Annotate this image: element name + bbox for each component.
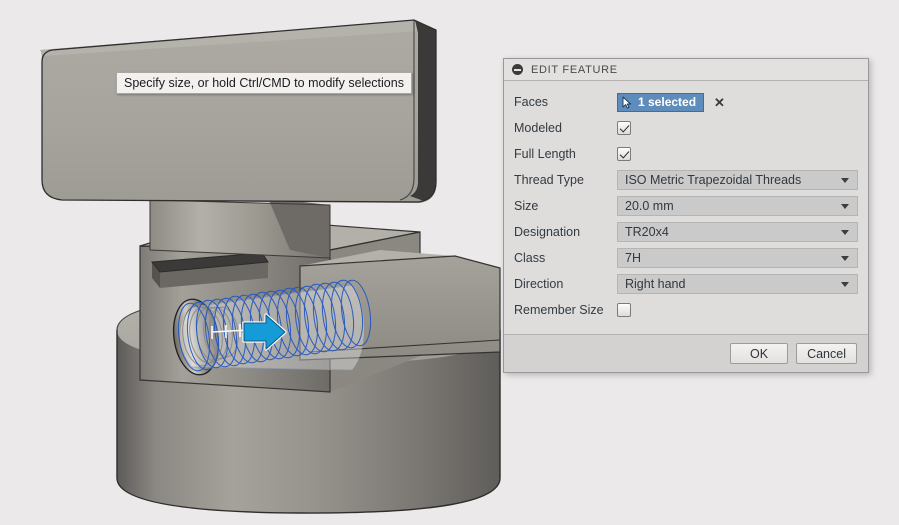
label-faces: Faces xyxy=(514,95,549,109)
viewport-tooltip: Specify size, or hold Ctrl/CMD to modify… xyxy=(116,72,412,94)
field-row-modeled: Modeled xyxy=(514,115,858,141)
direction-value: Right hand xyxy=(625,277,686,291)
faces-selection-chip[interactable]: 1 selected xyxy=(617,92,705,112)
field-row-direction: Direction Right hand xyxy=(514,271,858,297)
dialog-footer: OK Cancel xyxy=(504,334,868,372)
selection-cursor-icon xyxy=(622,96,632,108)
label-full-length: Full Length xyxy=(514,147,576,161)
label-modeled: Modeled xyxy=(514,121,562,135)
class-dropdown[interactable]: 7H xyxy=(617,248,858,268)
chevron-down-icon xyxy=(841,229,849,235)
tooltip-text: Specify size, or hold Ctrl/CMD to modify… xyxy=(124,76,404,90)
field-row-faces: Faces 1 selected ✕ xyxy=(514,89,858,115)
dialog-body: Faces 1 selected ✕ Modeled Full Length T… xyxy=(504,81,868,334)
clear-selection-icon[interactable]: ✕ xyxy=(714,96,725,109)
chevron-down-icon xyxy=(841,177,849,183)
field-row-thread-type: Thread Type ISO Metric Trapezoidal Threa… xyxy=(514,167,858,193)
size-dropdown[interactable]: 20.0 mm xyxy=(617,196,858,216)
designation-value: TR20x4 xyxy=(625,225,669,239)
label-designation: Designation xyxy=(514,225,581,239)
app-window: Specify size, or hold Ctrl/CMD to modify… xyxy=(0,0,899,525)
label-thread-type: Thread Type xyxy=(514,173,584,187)
dialog-title: EDIT FEATURE xyxy=(531,63,618,76)
chevron-down-icon xyxy=(841,255,849,261)
field-row-size: Size 20.0 mm xyxy=(514,193,858,219)
label-size: Size xyxy=(514,199,539,213)
direction-dropdown[interactable]: Right hand xyxy=(617,274,858,294)
field-row-designation: Designation TR20x4 xyxy=(514,219,858,245)
remember-size-checkbox[interactable] xyxy=(617,303,631,317)
thread-type-dropdown[interactable]: ISO Metric Trapezoidal Threads xyxy=(617,170,858,190)
faces-selection-count: 1 selected xyxy=(638,95,697,109)
collapse-minus-icon[interactable] xyxy=(512,64,523,75)
field-row-full-length: Full Length xyxy=(514,141,858,167)
modeled-checkbox[interactable] xyxy=(617,121,631,135)
full-length-checkbox[interactable] xyxy=(617,147,631,161)
label-remember-size: Remember Size xyxy=(514,303,604,317)
edit-feature-dialog[interactable]: EDIT FEATURE Faces 1 selected ✕ Modeled … xyxy=(503,58,869,373)
dialog-title-bar[interactable]: EDIT FEATURE xyxy=(504,59,868,81)
ok-button[interactable]: OK xyxy=(730,343,789,364)
neck xyxy=(149,198,331,259)
label-direction: Direction xyxy=(514,277,564,291)
top-block xyxy=(40,19,437,203)
chevron-down-icon xyxy=(841,281,849,287)
field-row-class: Class 7H xyxy=(514,245,858,271)
size-value: 20.0 mm xyxy=(625,199,674,213)
designation-dropdown[interactable]: TR20x4 xyxy=(617,222,858,242)
thread-type-value: ISO Metric Trapezoidal Threads xyxy=(625,173,802,187)
chevron-down-icon xyxy=(841,203,849,209)
class-value: 7H xyxy=(625,251,641,265)
field-row-remember-size: Remember Size xyxy=(514,297,858,323)
label-class: Class xyxy=(514,251,546,265)
cancel-button[interactable]: Cancel xyxy=(796,343,857,364)
